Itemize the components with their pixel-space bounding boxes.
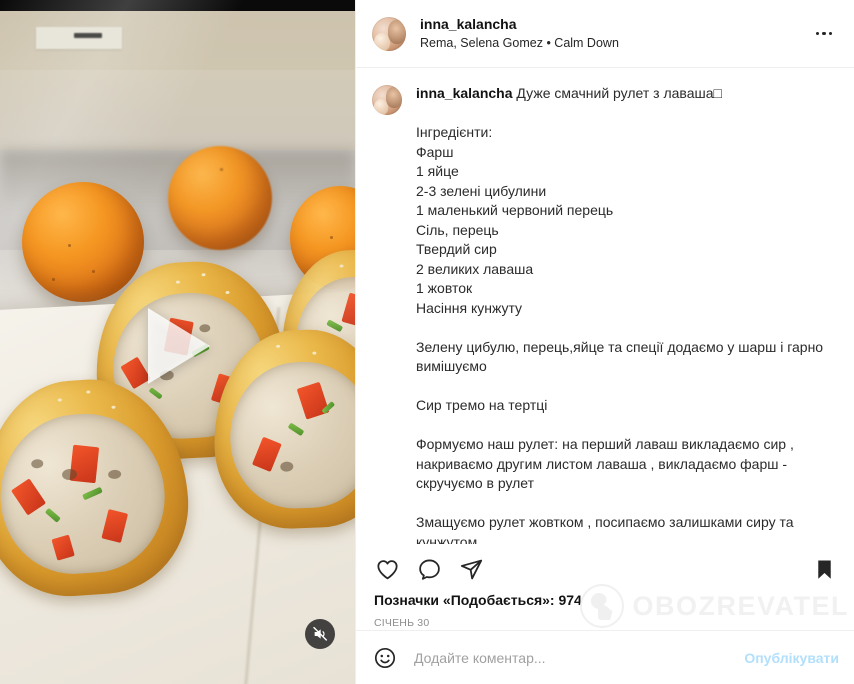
instruction-paragraph: Зелену цибулю, перець,яйце та спеції дод… (416, 338, 824, 375)
more-options-button[interactable] (807, 19, 841, 49)
instruction-paragraph: Сир тремо на тертці (416, 397, 548, 413)
share-icon (460, 559, 482, 579)
orange-fruit (22, 182, 144, 302)
ingredient-line: Твердий сир (416, 241, 497, 257)
dot (815, 31, 820, 36)
post-comment-button[interactable]: Опублікувати (734, 650, 839, 666)
share-button[interactable] (454, 552, 488, 586)
ingredient-line: Насіння кунжуту (416, 299, 523, 316)
muted-speaker-icon (313, 626, 328, 641)
ingredient-line: 1 маленький червоний перець (416, 202, 614, 218)
like-button[interactable] (370, 552, 404, 586)
ingredient-line: 1 яйце (416, 163, 459, 179)
comment-bar: Опублікувати (356, 630, 854, 684)
post-date: СІЧЕНЬ 30 (374, 617, 430, 629)
caption-first-line: Дуже смачний рулет з лаваша□ (516, 85, 722, 101)
dot (828, 31, 833, 36)
caption-username[interactable]: inna_kalancha (416, 85, 516, 101)
audio-attribution[interactable]: Rema, Selena Gomez • Calm Down (420, 35, 619, 51)
caption-area: inna_kalancha Дуже смачний рулет з лаваш… (356, 68, 854, 544)
ingredient-line: Інгредієнти: (416, 124, 493, 140)
save-button[interactable] (807, 552, 841, 586)
dot (822, 31, 826, 36)
comment-input[interactable] (412, 648, 735, 667)
instagram-post: inna_kalancha Rema, Selena Gomez • Calm … (0, 0, 854, 684)
header-text: inna_kalancha Rema, Selena Gomez • Calm … (420, 16, 619, 51)
post-media[interactable] (0, 0, 355, 684)
ingredient-line: 1 жовток (416, 280, 473, 296)
mute-toggle-button[interactable] (305, 619, 335, 649)
ingredient-line: 2 великих лаваша (416, 260, 534, 277)
comment-icon (418, 559, 440, 580)
bookmark-icon (817, 559, 831, 579)
heart-icon (376, 559, 398, 579)
instruction-paragraph: Змащуємо рулет жовтком , посипаємо залиш… (416, 514, 794, 544)
post-header: inna_kalancha Rema, Selena Gomez • Calm … (356, 0, 854, 68)
background-label (36, 27, 122, 49)
orange-fruit (168, 146, 272, 250)
instruction-paragraph: Формуємо наш рулет: на перший лаваш викл… (416, 436, 794, 491)
likes-count[interactable]: Позначки «Подобається»: 974 (356, 586, 854, 610)
post-detail-panel: inna_kalancha Rema, Selena Gomez • Calm … (355, 0, 854, 684)
comment-button[interactable] (412, 552, 446, 586)
caption-avatar[interactable] (372, 85, 402, 115)
ingredient-line: Сіль, перець (416, 221, 499, 238)
caption-body: inna_kalancha Дуже смачний рулет з лаваш… (416, 84, 841, 544)
emoji-picker-button[interactable] (372, 645, 398, 671)
smiley-icon (374, 647, 396, 668)
ingredient-line: 2-3 зелені цибулини (416, 182, 547, 199)
action-bar (356, 544, 854, 586)
play-button[interactable] (148, 308, 210, 384)
caption-row: inna_kalancha Дуже смачний рулет з лаваш… (372, 84, 841, 544)
ingredient-line: Фарш (416, 143, 454, 160)
header-username[interactable]: inna_kalancha (420, 16, 619, 33)
avatar[interactable] (372, 16, 406, 51)
